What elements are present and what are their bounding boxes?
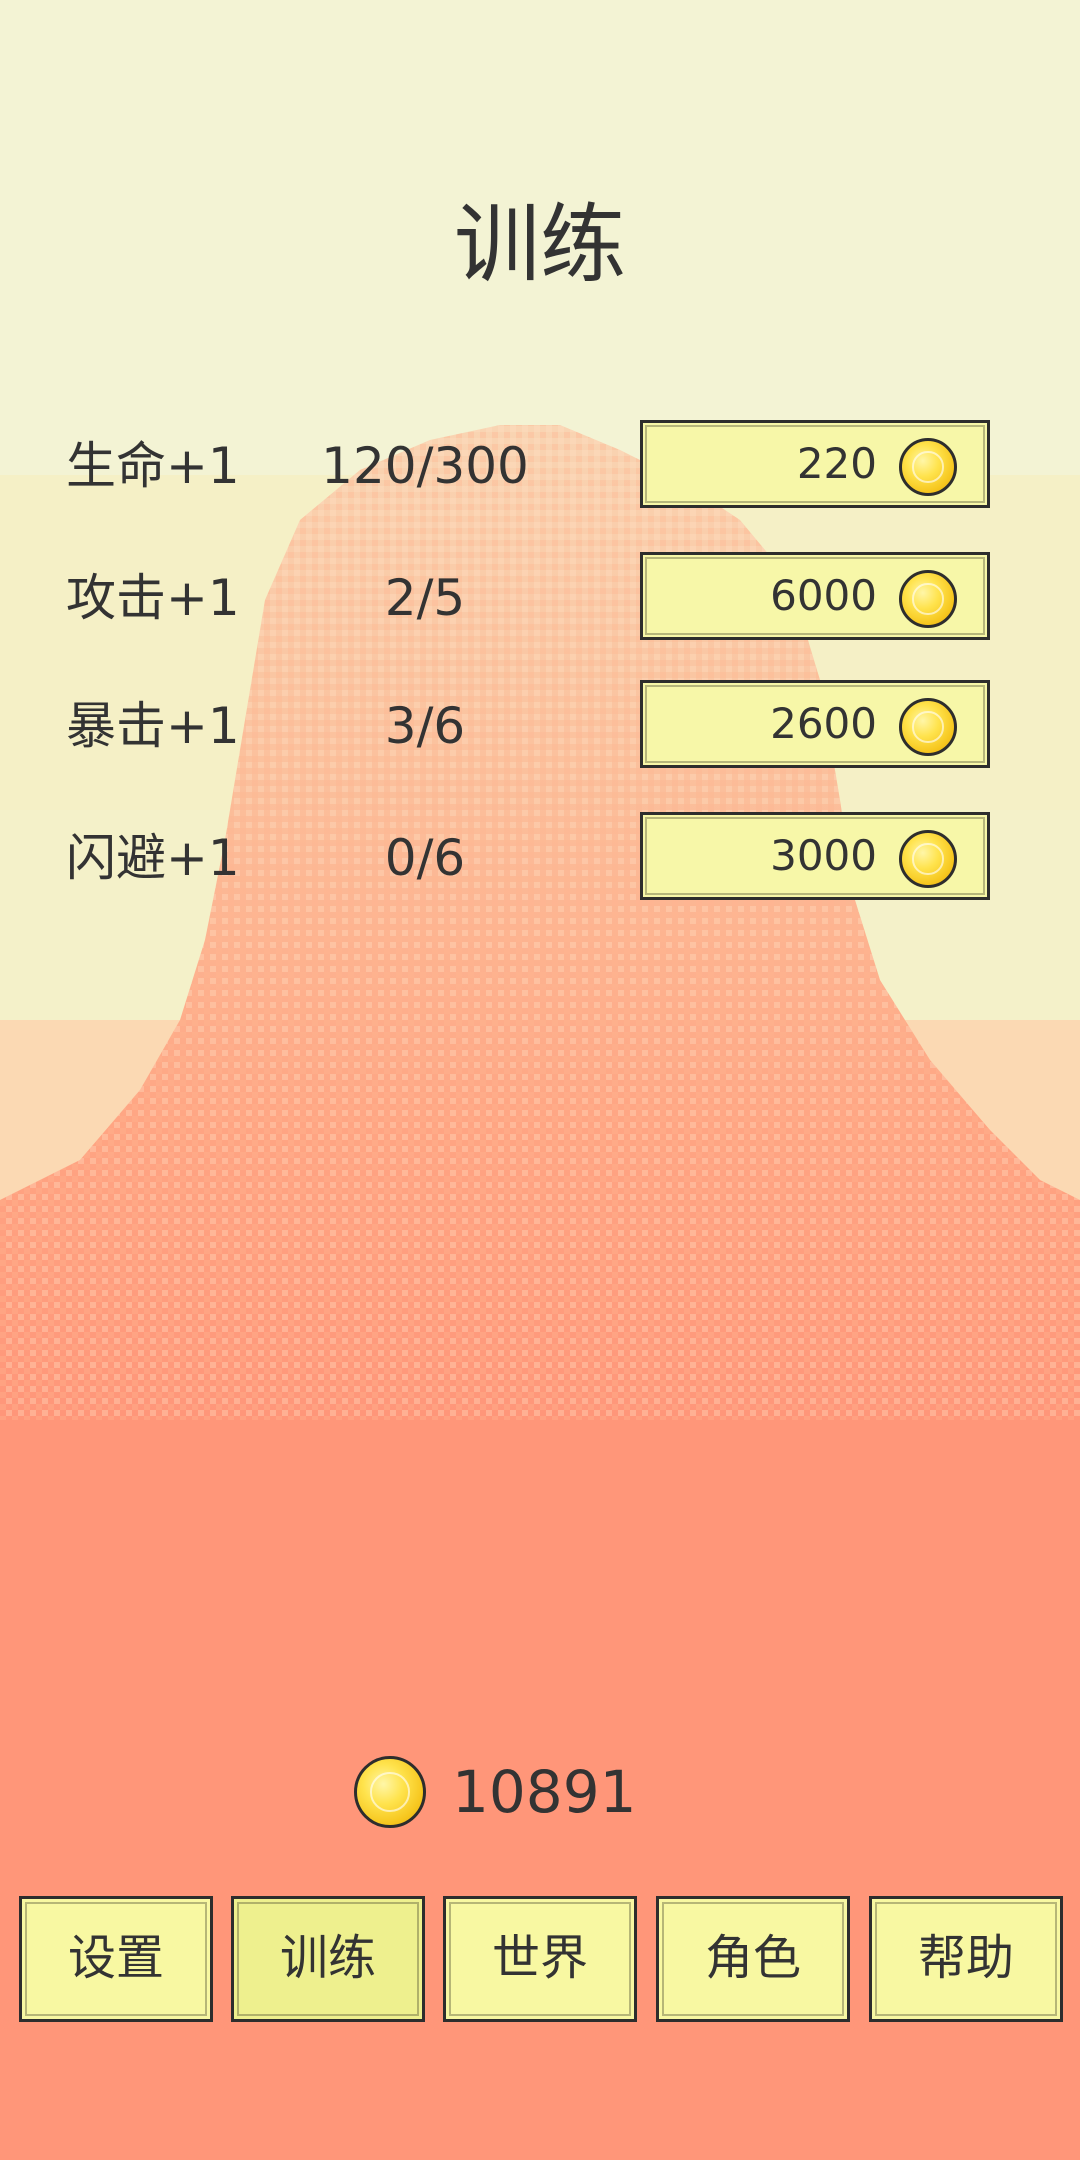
nav-settings-button[interactable]: 设置: [19, 1896, 213, 2022]
bottom-nav: 设置 训练 世界 角色 帮助: [0, 1896, 1080, 2024]
training-label: 闪避+1: [66, 829, 240, 887]
training-label: 攻击+1: [66, 569, 240, 627]
nav-training-button[interactable]: 训练: [231, 1896, 425, 2022]
training-row-dodge: 闪避+1 0/6 3000: [0, 812, 1080, 904]
nav-world-button[interactable]: 世界: [443, 1896, 637, 2022]
background-scene: [0, 0, 1080, 2160]
gold-coin-icon: [354, 1756, 426, 1828]
training-progress: 3/6: [384, 697, 466, 755]
training-label: 暴击+1: [66, 697, 240, 755]
nav-help-button[interactable]: 帮助: [869, 1896, 1063, 2022]
gold-coin-icon: [899, 438, 957, 496]
price-label: 220: [796, 439, 877, 488]
price-label: 2600: [770, 699, 877, 748]
training-row-attack: 攻击+1 2/5 6000: [0, 552, 1080, 644]
gold-coin-icon: [899, 698, 957, 756]
training-progress: 2/5: [384, 569, 466, 627]
buy-dodge-button[interactable]: 3000: [640, 812, 990, 900]
gold-amount: 10891: [452, 1758, 637, 1826]
training-row-hp: 生命+1 120/300 220: [0, 420, 1080, 512]
page-title: 训练: [454, 195, 626, 295]
gold-coin-icon: [899, 570, 957, 628]
price-label: 3000: [770, 831, 877, 880]
training-progress: 120/300: [321, 437, 529, 495]
buy-crit-button[interactable]: 2600: [640, 680, 990, 768]
gold-coin-icon: [899, 830, 957, 888]
nav-character-button[interactable]: 角色: [656, 1896, 850, 2022]
buy-hp-button[interactable]: 220: [640, 420, 990, 508]
training-progress: 0/6: [384, 829, 466, 887]
buy-attack-button[interactable]: 6000: [640, 552, 990, 640]
training-label: 生命+1: [66, 437, 240, 495]
training-row-crit: 暴击+1 3/6 2600: [0, 680, 1080, 772]
price-label: 6000: [770, 571, 877, 620]
